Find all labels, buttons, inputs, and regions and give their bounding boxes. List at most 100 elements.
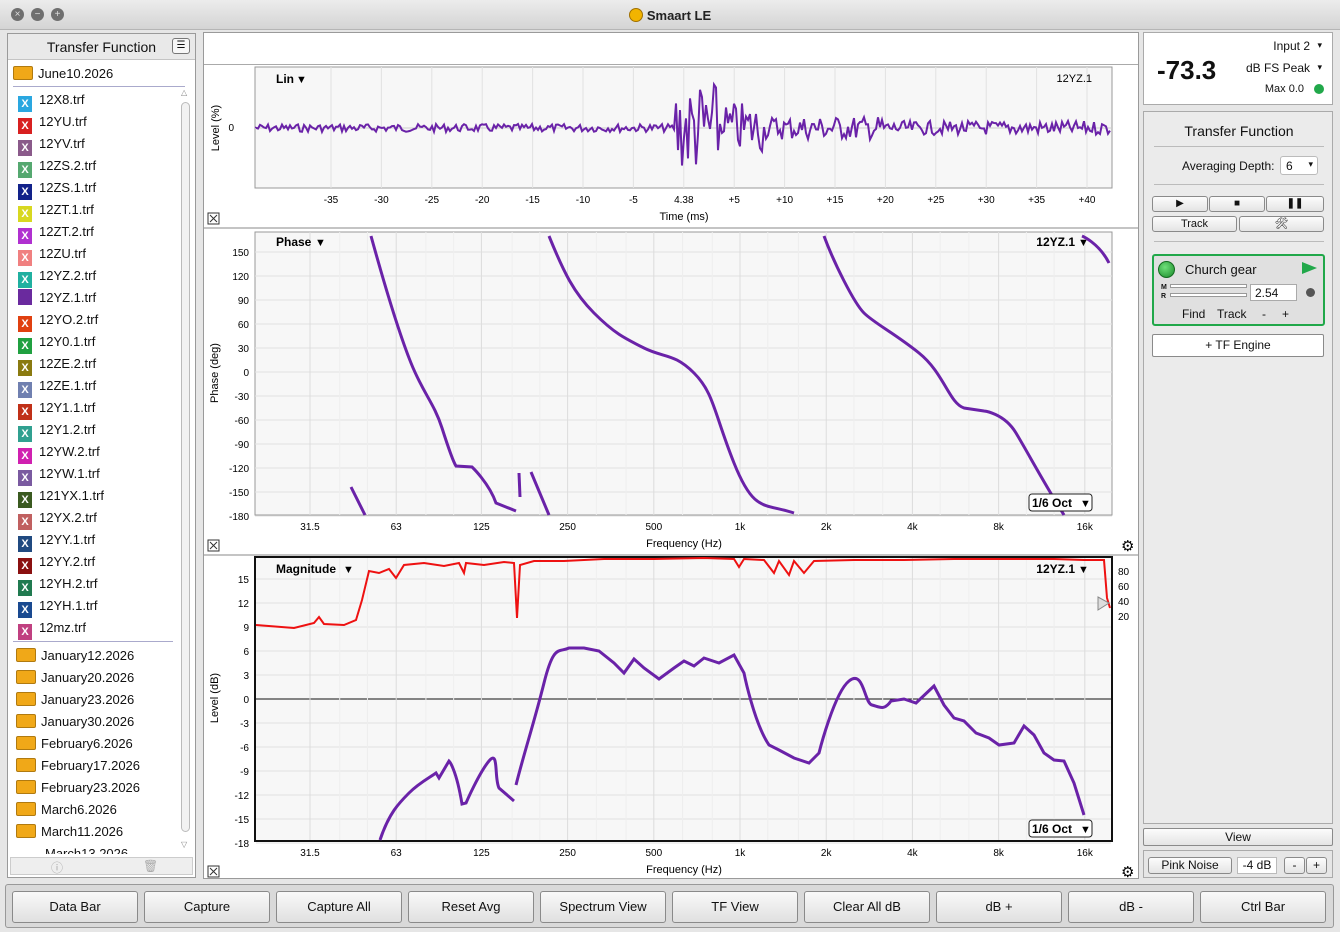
phase-mode-dropdown[interactable]: Phase — [276, 235, 312, 249]
file-item[interactable]: X 12X8.trf — [18, 90, 85, 112]
bottom-button-spectrum-view[interactable]: Spectrum View — [540, 891, 666, 923]
file-item[interactable]: X 12YY.1.trf — [18, 530, 95, 552]
file-item[interactable]: X 12YW.2.trf — [18, 442, 100, 464]
find-button[interactable]: Find — [1182, 307, 1205, 321]
magnitude-smoothing-arrow-icon[interactable]: ▼ — [1080, 824, 1091, 836]
input-chevron-icon[interactable]: ▾ — [1317, 40, 1322, 51]
scroll-down-icon[interactable]: ▽ — [181, 840, 187, 849]
phase-smoothing-arrow-icon[interactable]: ▼ — [1080, 498, 1091, 510]
file-name: 12YZ.1.trf — [39, 290, 97, 305]
bottom-button-ctrl-bar[interactable]: Ctrl Bar — [1200, 891, 1326, 923]
engine-name[interactable]: Church gear — [1185, 262, 1257, 277]
delay-field[interactable]: 2.54 — [1250, 284, 1297, 301]
magnitude-mode-dropdown[interactable]: Magnitude — [276, 562, 336, 576]
magnitude-smoothing-selector[interactable]: 1/6 Oct ▼ — [1028, 819, 1093, 838]
magnitude-plot[interactable]: 15129630-3-6-9-12-15-18 31.5 63 125 250 500 1… — [207, 556, 1134, 878]
sidebar-menu-icon[interactable]: ☰ — [172, 38, 190, 54]
folder-item[interactable]: February17.2026 — [16, 756, 140, 776]
sidebar-scrollbar[interactable]: △ ▽ — [181, 88, 191, 850]
trash-icon[interactable]: 🗑 — [143, 859, 158, 873]
file-item[interactable]: X 12YU.trf — [18, 112, 87, 134]
impulse-mode-dropdown[interactable]: Lin — [276, 72, 294, 86]
scroll-up-icon[interactable]: △ — [181, 88, 187, 97]
folder-item[interactable]: January23.2026 — [16, 690, 134, 710]
file-item[interactable]: X 12YW.1.trf — [18, 464, 100, 486]
folder-item[interactable]: January30.2026 — [16, 712, 134, 732]
bottom-button-capture-all[interactable]: Capture All — [276, 891, 402, 923]
impulse-mode-arrow-icon[interactable]: ▼ — [296, 74, 307, 86]
phase-mode-arrow-icon[interactable]: ▼ — [315, 237, 326, 249]
folder-item[interactable]: January20.2026 — [16, 668, 134, 688]
pause-button[interactable]: ❚❚ — [1266, 196, 1324, 212]
folder-item[interactable]: February6.2026 — [16, 734, 133, 754]
open-folder-row[interactable]: June10.2026 — [13, 64, 113, 84]
file-item[interactable]: X 12ZS.1.trf — [18, 178, 96, 200]
delay-minus-button[interactable]: - — [1262, 307, 1266, 321]
play-button[interactable]: ▶ — [1152, 196, 1208, 212]
bottom-button-clear-all-db[interactable]: Clear All dB — [804, 891, 930, 923]
file-item[interactable]: X 12YO.2.trf — [18, 310, 98, 332]
averaging-select[interactable]: 6 ▾ — [1280, 156, 1318, 175]
bottom-button-data-bar[interactable]: Data Bar — [12, 891, 138, 923]
bottom-button-capture[interactable]: Capture — [144, 891, 270, 923]
phase-plot-frame[interactable] — [254, 231, 1113, 516]
pink-noise-button[interactable]: Pink Noise — [1148, 857, 1232, 874]
phase-close-icon[interactable] — [207, 539, 220, 552]
delay-plus-button[interactable]: + — [1282, 307, 1289, 321]
magnitude-mode-arrow-icon[interactable]: ▼ — [343, 564, 354, 576]
track-button[interactable]: Track — [1152, 216, 1237, 232]
tools-button[interactable]: 🛠 — [1239, 216, 1324, 232]
file-item[interactable]: 12YZ.1.trf — [18, 288, 96, 308]
impulse-close-icon[interactable] — [207, 212, 220, 225]
unit-chevron-icon[interactable]: ▾ — [1317, 62, 1322, 73]
folder-item[interactable]: February23.2026 — [16, 778, 140, 798]
phase-smoothing-selector[interactable]: 1/6 Oct ▼ — [1028, 493, 1093, 512]
input-select[interactable]: Input 2 — [1273, 39, 1310, 53]
info-icon[interactable]: ⓘ — [51, 859, 63, 876]
bottom-button-db[interactable]: dB - — [1068, 891, 1194, 923]
file-item[interactable]: X 12ZE.1.trf — [18, 376, 96, 398]
file-item[interactable]: X 12ZT.1.trf — [18, 200, 94, 222]
tf-engine-card[interactable]: Church gear MR 2.54 Find Track - + — [1152, 254, 1325, 326]
file-item[interactable]: X 12ZS.2.trf — [18, 156, 96, 178]
bottom-button-db[interactable]: dB + — [936, 891, 1062, 923]
file-item[interactable]: X 12Y1.2.trf — [18, 420, 95, 442]
file-item[interactable]: X 12ZT.2.trf — [18, 222, 94, 244]
file-item[interactable]: X 12Y0.1.trf — [18, 332, 95, 354]
magnitude-trace-arrow-icon[interactable]: ▼ — [1078, 564, 1089, 576]
file-item[interactable]: X 121YX.1.trf — [18, 486, 104, 508]
magnitude-settings-gear-icon[interactable]: ⚙ — [1121, 864, 1134, 878]
file-item[interactable]: X 12YV.trf — [18, 134, 85, 156]
file-item[interactable]: X 12ZU.trf — [18, 244, 86, 266]
generator-minus-button[interactable]: - — [1284, 857, 1305, 874]
bottom-button-tf-view[interactable]: TF View — [672, 891, 798, 923]
engine-run-icon[interactable] — [1302, 262, 1317, 274]
track-delay-button[interactable]: Track — [1217, 307, 1247, 321]
meter-unit-select[interactable]: dB FS Peak — [1246, 61, 1310, 75]
file-item[interactable]: X 12YZ.2.trf — [18, 266, 96, 288]
folder-item[interactable]: March11.2026 — [16, 822, 123, 842]
scroll-thumb[interactable] — [181, 102, 190, 832]
folder-item-partial[interactable]: March13.2026 — [16, 844, 128, 854]
file-item[interactable]: X 12YH.2.trf — [18, 574, 98, 596]
folder-item[interactable]: March6.2026 — [16, 800, 117, 820]
file-item[interactable]: X 12ZE.2.trf — [18, 354, 96, 376]
meter-max[interactable]: Max 0.0 — [1265, 83, 1304, 95]
engine-on-icon[interactable] — [1158, 261, 1175, 278]
generator-plus-button[interactable]: + — [1306, 857, 1327, 874]
file-item[interactable]: X 12Y1.1.trf — [18, 398, 95, 420]
view-button[interactable]: View — [1143, 828, 1333, 846]
file-item[interactable]: X 12YX.2.trf — [18, 508, 97, 530]
folder-item[interactable]: January12.2026 — [16, 646, 134, 666]
phase-plot[interactable]: 150 120 90 60 30 0 -30 -60 -90 -120 -150 -180 31.5 6… — [204, 231, 1138, 556]
phase-settings-gear-icon[interactable]: ⚙ — [1121, 538, 1134, 555]
add-tf-engine-button[interactable]: + TF Engine — [1152, 334, 1324, 357]
bottom-button-reset-avg[interactable]: Reset Avg — [408, 891, 534, 923]
generator-level[interactable]: -4 dB — [1237, 857, 1277, 874]
stop-button[interactable]: ■ — [1209, 196, 1265, 212]
file-item[interactable]: X 12YY.2.trf — [18, 552, 95, 574]
impulse-plot[interactable]: -35 -30 -25 -20 -15 -10 -5 4.38 +5 +10 +15 +20 +25 +3… — [204, 66, 1138, 229]
magnitude-close-icon[interactable] — [207, 865, 220, 878]
file-item[interactable]: X 12mz.trf — [18, 618, 86, 640]
file-item[interactable]: X 12YH.1.trf — [18, 596, 98, 618]
